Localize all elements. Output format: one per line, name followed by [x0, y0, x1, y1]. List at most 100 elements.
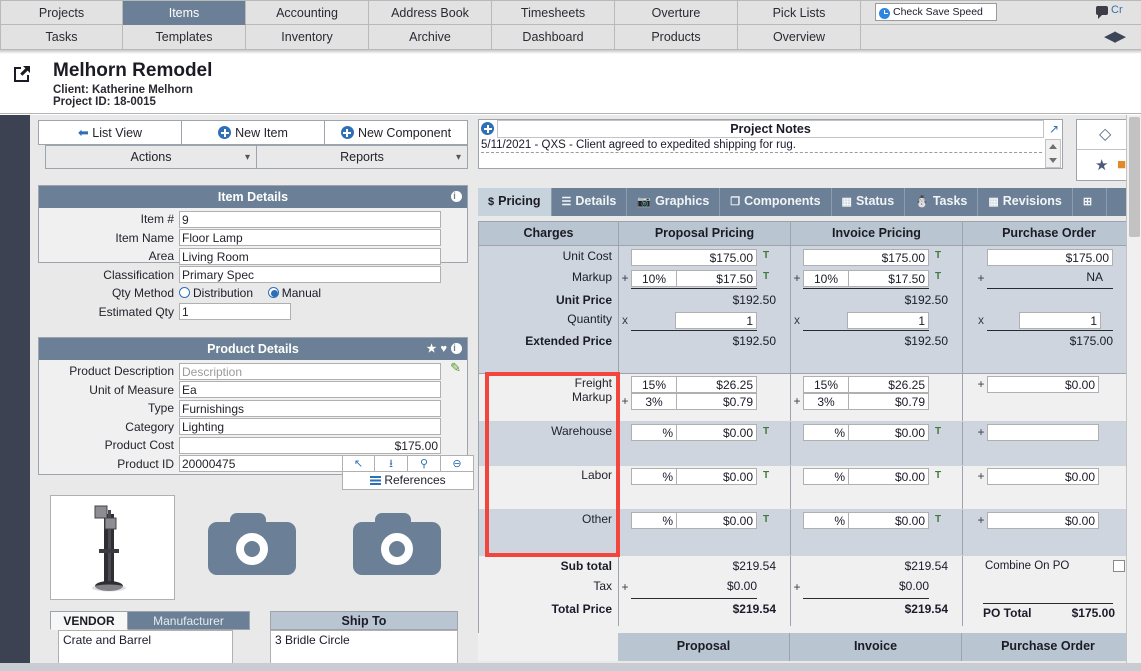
- heart-icon[interactable]: ♥: [440, 343, 451, 355]
- tab-graphics[interactable]: 📷 Graphics: [627, 188, 721, 216]
- open-external-icon[interactable]: [12, 64, 32, 84]
- tab-components[interactable]: ❐ Components: [720, 188, 832, 216]
- download-icon[interactable]: ⭳: [375, 454, 408, 472]
- proposal-warehouse-amount[interactable]: $0.00: [677, 424, 757, 441]
- nav-pager-arrows[interactable]: ◀▶: [1104, 27, 1126, 45]
- proposal-quantity-input[interactable]: 1: [675, 312, 757, 329]
- invoice-freight-markup-pct-input[interactable]: 3%: [803, 393, 849, 410]
- comments-link[interactable]: Cr: [1096, 4, 1123, 19]
- nav-tab-inventory[interactable]: Inventory: [246, 25, 369, 50]
- info-icon[interactable]: i: [451, 343, 462, 354]
- proposal-markup-pct-input[interactable]: 10%: [631, 270, 677, 287]
- proposal-other-pct-input[interactable]: %: [631, 512, 677, 529]
- invoice-warehouse-pct-input[interactable]: %: [803, 424, 849, 441]
- nav-tab-pick-lists[interactable]: Pick Lists: [738, 0, 861, 25]
- classification-input[interactable]: Primary Spec: [179, 266, 441, 284]
- proposal-other-amount[interactable]: $0.00: [677, 512, 757, 529]
- unit-of-measure-input[interactable]: Ea: [179, 381, 441, 399]
- nav-tab-products[interactable]: Products: [615, 25, 738, 50]
- item-name-input[interactable]: Floor Lamp: [179, 229, 441, 247]
- estimated-qty-input[interactable]: 1: [179, 303, 291, 321]
- reports-dropdown[interactable]: Reports ▾: [256, 145, 468, 169]
- tag-icon[interactable]: ◇: [1099, 124, 1111, 144]
- graphic-placeholder-1[interactable]: [208, 513, 296, 575]
- tab-details[interactable]: ☰ Details: [552, 188, 628, 216]
- flag-icon[interactable]: ■: [1117, 156, 1126, 173]
- item-number-input[interactable]: 9: [179, 210, 441, 228]
- tab-revisions[interactable]: ▦ Revisions: [978, 188, 1073, 216]
- invoice-other-pct-input[interactable]: %: [803, 512, 849, 529]
- product-thumbnail[interactable]: [50, 495, 175, 600]
- scroll-down-icon[interactable]: [1049, 158, 1057, 163]
- notes-scrollbar[interactable]: [1045, 139, 1061, 168]
- add-note-button[interactable]: [481, 122, 498, 136]
- tab-add[interactable]: ⊞: [1073, 188, 1108, 216]
- nav-tab-templates[interactable]: Templates: [123, 25, 246, 50]
- invoice-other-amount[interactable]: $0.00: [849, 512, 929, 529]
- scroll-up-icon[interactable]: [1049, 144, 1057, 149]
- nav-tab-overview[interactable]: Overview: [738, 25, 861, 50]
- jump-arrow-icon[interactable]: ↖: [342, 454, 375, 472]
- new-component-button[interactable]: New Component: [324, 120, 468, 145]
- nav-tab-accounting[interactable]: Accounting: [246, 0, 369, 25]
- graphic-placeholder-2[interactable]: [353, 513, 441, 575]
- invoice-markup-amount[interactable]: $17.50: [849, 270, 929, 287]
- star-icon[interactable]: ★: [427, 343, 441, 355]
- scrollbar-thumb[interactable]: [1129, 117, 1140, 237]
- main-scrollbar[interactable]: [1126, 115, 1141, 663]
- product-description-input[interactable]: Description: [179, 362, 441, 380]
- nav-tab-tasks[interactable]: Tasks: [0, 25, 123, 50]
- tab-status[interactable]: ▦ Status: [832, 188, 906, 216]
- invoice-labor-amount[interactable]: $0.00: [849, 468, 929, 485]
- proposal-freight-amount[interactable]: $26.25: [677, 376, 757, 393]
- invoice-unit-cost-input[interactable]: $175.00: [803, 249, 929, 266]
- po-labor-input[interactable]: $0.00: [987, 468, 1099, 485]
- proposal-warehouse-pct-input[interactable]: %: [631, 424, 677, 441]
- tab-manufacturer[interactable]: Manufacturer: [128, 611, 250, 630]
- nav-tab-overture[interactable]: Overture: [615, 0, 738, 25]
- nav-tab-timesheets[interactable]: Timesheets: [492, 0, 615, 25]
- project-note-entry[interactable]: 5/11/2021 - QXS - Client agreed to exped…: [481, 139, 1042, 153]
- star-icon[interactable]: ★: [1095, 156, 1108, 174]
- footer-proposal[interactable]: Proposal: [618, 633, 790, 661]
- invoice-labor-pct-input[interactable]: %: [803, 468, 849, 485]
- list-view-button[interactable]: ⬅ List View: [38, 120, 181, 145]
- tab-tasks[interactable]: ⛄ Tasks: [905, 188, 979, 216]
- footer-invoice[interactable]: Invoice: [790, 633, 962, 661]
- proposal-labor-amount[interactable]: $0.00: [677, 468, 757, 485]
- references-button[interactable]: References: [342, 471, 474, 490]
- invoice-markup-pct-input[interactable]: 10%: [803, 270, 849, 287]
- new-item-button[interactable]: New Item: [181, 120, 324, 145]
- proposal-labor-pct-input[interactable]: %: [631, 468, 677, 485]
- type-input[interactable]: Furnishings: [179, 399, 441, 417]
- invoice-freight-amount[interactable]: $26.25: [849, 376, 929, 393]
- invoice-quantity-input[interactable]: 1: [847, 312, 929, 329]
- footer-purchase-order[interactable]: Purchase Order: [962, 633, 1134, 661]
- combine-on-po-checkbox[interactable]: [1113, 560, 1125, 572]
- category-input[interactable]: Lighting: [179, 418, 441, 436]
- nav-tab-projects[interactable]: Projects: [0, 0, 123, 25]
- radio-distribution[interactable]: [179, 287, 190, 299]
- po-other-input[interactable]: $0.00: [987, 512, 1099, 529]
- nav-tab-address-book[interactable]: Address Book: [369, 0, 492, 25]
- edit-pencil-icon[interactable]: ✎: [450, 360, 461, 376]
- po-warehouse-input[interactable]: [987, 424, 1099, 441]
- po-freight-input[interactable]: $0.00: [987, 376, 1099, 393]
- proposal-freight-pct-input[interactable]: 15%: [631, 376, 677, 393]
- check-save-speed-button[interactable]: Check Save Speed: [875, 3, 997, 21]
- proposal-freight-markup-pct-input[interactable]: 3%: [631, 393, 677, 410]
- invoice-freight-pct-input[interactable]: 15%: [803, 376, 849, 393]
- nav-tab-items[interactable]: Items: [123, 0, 246, 25]
- tab-vendor[interactable]: VENDOR: [50, 611, 128, 630]
- proposal-freight-markup-amount[interactable]: $0.79: [677, 393, 757, 410]
- tab-pricing[interactable]: $ Pricing: [478, 188, 552, 216]
- proposal-unit-cost-input[interactable]: $175.00: [631, 249, 757, 266]
- search-icon[interactable]: ⚲: [408, 454, 441, 472]
- invoice-freight-markup-amount[interactable]: $0.79: [849, 393, 929, 410]
- nav-tab-archive[interactable]: Archive: [369, 25, 492, 50]
- expand-icon[interactable]: ↗: [1049, 122, 1059, 136]
- actions-dropdown[interactable]: Actions ▾: [45, 145, 256, 169]
- invoice-warehouse-amount[interactable]: $0.00: [849, 424, 929, 441]
- item-details-header-icons[interactable]: i: [451, 186, 462, 208]
- po-quantity-input[interactable]: 1: [1019, 312, 1101, 329]
